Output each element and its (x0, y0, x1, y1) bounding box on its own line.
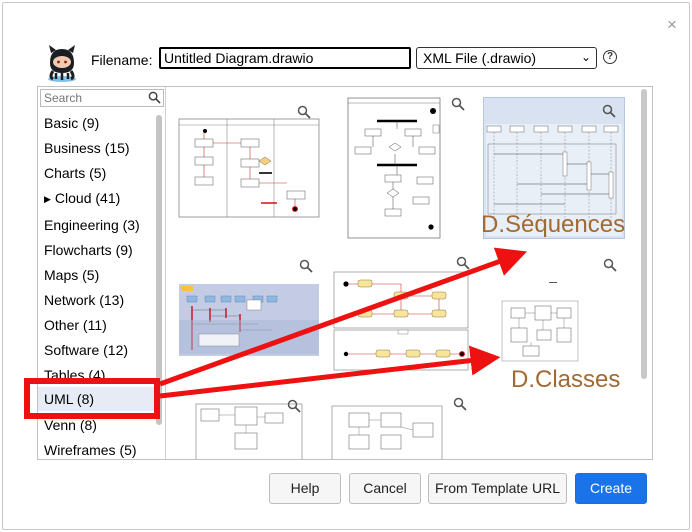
uml-state-preview (333, 271, 469, 371)
zoom-preview-icon[interactable] (451, 97, 465, 111)
category-label: Wireframes (5) (44, 442, 137, 458)
category-flowcharts[interactable]: Flowcharts (9) (38, 238, 156, 262)
grid-scrollbar[interactable] (641, 89, 647, 379)
template-thumbnail[interactable] (179, 284, 319, 356)
thumbnail-marker (549, 282, 557, 283)
category-cloud[interactable]: ▶ Cloud (41) (38, 186, 156, 210)
search-icon[interactable] (148, 91, 161, 104)
annotation-classes-label: D.Classes (511, 366, 621, 393)
format-select-value: XML File (.drawio) (423, 50, 537, 66)
category-label: Maps (5) (44, 267, 100, 283)
zoom-preview-icon[interactable] (456, 256, 470, 270)
uml-activity-preview (178, 118, 320, 218)
category-label: Charts (5) (44, 165, 107, 181)
uml-blue-sequence-preview (179, 284, 319, 356)
template-thumbnail[interactable] (331, 397, 467, 459)
help-circle-icon[interactable]: ? (603, 50, 617, 64)
format-select[interactable]: XML File (.drawio) ⌄ (416, 47, 597, 69)
category-maps[interactable]: Maps (5) (38, 263, 156, 287)
category-other[interactable]: Other (11) (38, 313, 156, 337)
zoom-preview-icon[interactable] (602, 104, 616, 118)
close-icon[interactable]: × (665, 16, 679, 33)
filename-label: Filename: (91, 52, 153, 68)
category-label: Engineering (3) (44, 217, 140, 233)
category-label: Other (11) (44, 317, 107, 333)
zoom-preview-icon[interactable] (297, 105, 311, 119)
template-thumbnail[interactable] (347, 97, 465, 239)
chevron-down-icon: ⌄ (580, 50, 591, 64)
search-input[interactable] (40, 89, 164, 107)
category-charts[interactable]: Charts (5) (38, 161, 156, 185)
annotation-sequences-label: D.Séquences (481, 211, 626, 238)
category-label: Basic (9) (44, 115, 100, 131)
filename-input[interactable] (159, 47, 411, 69)
category-basic[interactable]: Basic (9) (38, 111, 156, 135)
expand-triangle-icon[interactable]: ▶ (44, 194, 51, 204)
category-engineering[interactable]: Engineering (3) (38, 213, 156, 237)
uml-package-preview (331, 405, 443, 459)
category-network[interactable]: Network (13) (38, 288, 156, 312)
category-label: Network (13) (44, 292, 125, 308)
template-thumbnail[interactable] (177, 105, 321, 219)
category-label: Cloud (41) (54, 190, 121, 206)
zoom-preview-icon[interactable] (603, 258, 617, 272)
category-label: Software (12) (44, 342, 129, 358)
category-label: Flowcharts (9) (44, 242, 133, 258)
zoom-preview-icon[interactable] (287, 399, 301, 413)
cancel-button[interactable]: Cancel (349, 473, 421, 504)
category-label: Business (15) (44, 140, 130, 156)
template-thumbnail[interactable] (332, 256, 470, 372)
from-template-url-button[interactable]: From Template URL (428, 473, 567, 504)
annotation-highlight-box (24, 378, 160, 419)
help-button[interactable]: Help (269, 473, 341, 504)
category-software[interactable]: Software (12) (38, 338, 156, 362)
category-label: Venn (8) (44, 417, 97, 433)
template-grid (167, 87, 652, 459)
uml-activity-flow-preview (347, 97, 441, 239)
category-business[interactable]: Business (15) (38, 136, 156, 160)
uml-class-preview (501, 300, 579, 362)
octocat-mascot-icon (48, 45, 76, 82)
create-button[interactable]: Create (575, 473, 647, 504)
template-thumbnail-class[interactable] (501, 300, 579, 362)
template-thumbnail[interactable] (195, 399, 303, 459)
zoom-preview-icon[interactable] (453, 397, 467, 411)
zoom-preview-icon[interactable] (299, 259, 313, 273)
category-wireframes[interactable]: Wireframes (5) (38, 438, 156, 459)
